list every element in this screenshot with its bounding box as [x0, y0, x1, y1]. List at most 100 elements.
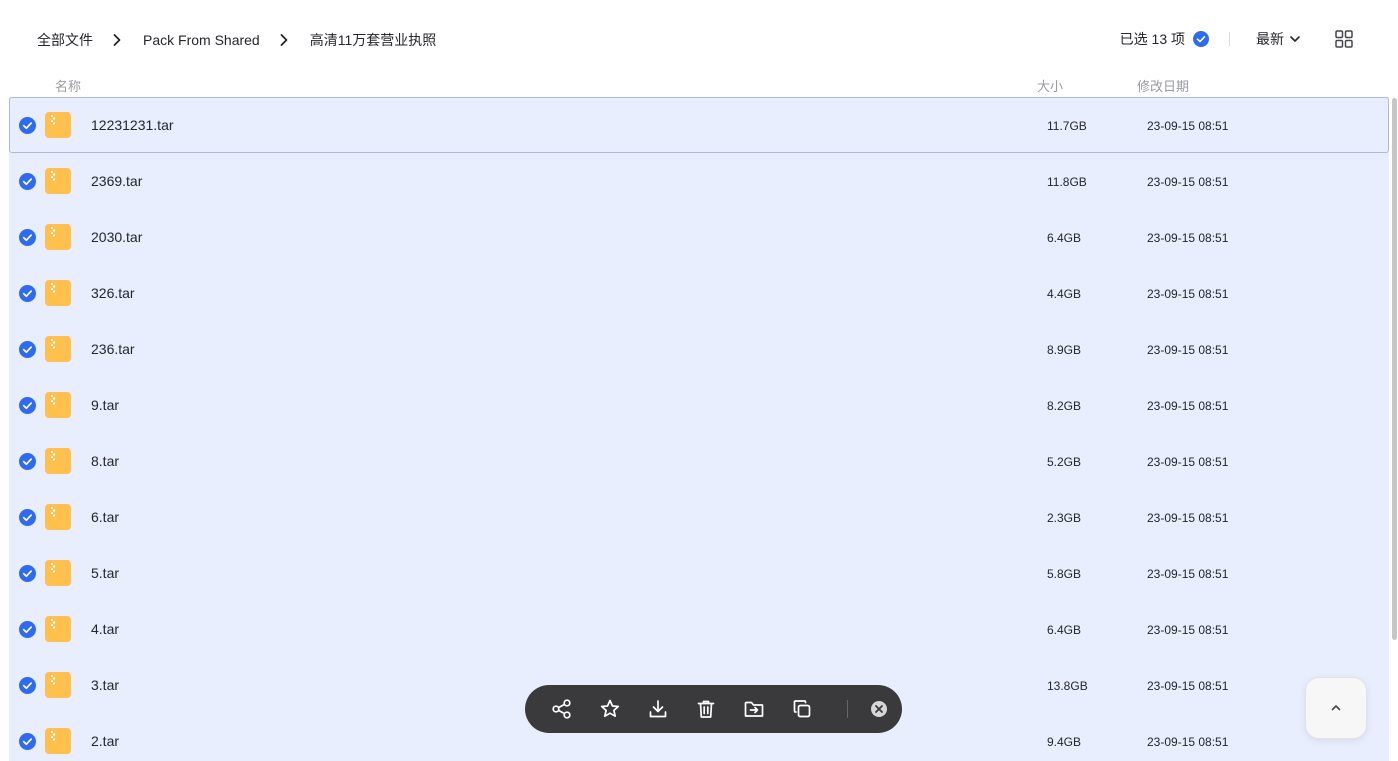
file-row[interactable]: 2369.tar 11.8GB 23-09-15 08:51 — [9, 153, 1389, 209]
chevron-right-icon — [113, 34, 121, 46]
file-date: 23-09-15 08:51 — [1147, 735, 1229, 749]
grid-view-icon[interactable] — [1334, 29, 1354, 49]
favorite-button[interactable] — [599, 698, 621, 720]
top-bar: 全部文件 Pack From Shared 高清11万套营业执照 已选 13 项… — [0, 0, 1398, 78]
file-name: 5.tar — [91, 565, 120, 581]
archive-file-icon — [45, 336, 71, 362]
column-name-header[interactable]: 名称 — [55, 76, 81, 95]
archive-file-icon — [45, 224, 71, 250]
file-row[interactable]: 8.tar 5.2GB 23-09-15 08:51 — [9, 433, 1389, 489]
file-row[interactable]: 236.tar 8.9GB 23-09-15 08:51 — [9, 321, 1389, 377]
file-size: 6.4GB — [1047, 623, 1082, 637]
file-date: 23-09-15 08:51 — [1147, 175, 1229, 189]
file-name: 12231231.tar — [91, 117, 174, 133]
copy-icon — [793, 700, 811, 718]
file-name: 3.tar — [91, 677, 120, 693]
archive-file-icon — [45, 280, 71, 306]
checkbox-checked-icon[interactable] — [19, 565, 36, 582]
breadcrumb: 全部文件 Pack From Shared 高清11万套营业执照 — [37, 30, 436, 50]
chevron-up-icon — [1331, 705, 1341, 711]
scrollbar[interactable] — [1392, 98, 1397, 640]
file-row[interactable]: 326.tar 4.4GB 23-09-15 08:51 — [9, 265, 1389, 321]
archive-file-icon — [45, 616, 71, 642]
chevron-down-icon — [1290, 36, 1300, 42]
file-row[interactable]: 5.tar 5.8GB 23-09-15 08:51 — [9, 545, 1389, 601]
checkbox-checked-icon[interactable] — [19, 285, 36, 302]
selected-count-label: 已选 13 项 — [1119, 31, 1185, 47]
trash-icon — [697, 700, 715, 718]
checkbox-checked-icon[interactable] — [19, 173, 36, 190]
file-size: 2.3GB — [1047, 511, 1082, 525]
file-name: 2.tar — [91, 733, 120, 749]
breadcrumb-pack-from-shared[interactable]: Pack From Shared — [143, 32, 260, 48]
breadcrumb-current-folder: 高清11万套营业执照 — [309, 32, 437, 48]
file-name: 2369.tar — [91, 173, 143, 189]
file-date: 23-09-15 08:51 — [1147, 119, 1229, 133]
checkbox-checked-icon[interactable] — [19, 621, 36, 638]
file-size: 5.8GB — [1047, 567, 1082, 581]
archive-file-icon — [45, 672, 71, 698]
file-date: 23-09-15 08:51 — [1147, 231, 1229, 245]
file-date: 23-09-15 08:51 — [1147, 287, 1229, 301]
file-size: 8.2GB — [1047, 399, 1082, 413]
sort-label: 最新 — [1256, 31, 1284, 47]
file-size: 4.4GB — [1047, 287, 1082, 301]
selection-action-bar — [525, 685, 902, 733]
breadcrumb-all-files[interactable]: 全部文件 — [37, 30, 93, 50]
file-row[interactable]: 9.tar 8.2GB 23-09-15 08:51 — [9, 377, 1389, 433]
share-button[interactable] — [551, 698, 573, 720]
checkbox-checked-icon[interactable] — [19, 117, 36, 134]
file-row[interactable]: 4.tar 6.4GB 23-09-15 08:51 — [9, 601, 1389, 657]
file-name: 236.tar — [91, 341, 135, 357]
file-size: 9.4GB — [1047, 735, 1082, 749]
delete-button[interactable] — [695, 698, 717, 720]
back-to-top-button[interactable] — [1305, 677, 1367, 739]
column-size-header[interactable]: 大小 — [1037, 76, 1063, 95]
file-date: 23-09-15 08:51 — [1147, 455, 1229, 469]
file-size: 13.8GB — [1047, 679, 1088, 693]
star-icon — [600, 699, 620, 718]
column-header: 名称 大小 修改日期 — [0, 76, 1398, 96]
copy-button[interactable] — [791, 698, 813, 720]
archive-file-icon — [45, 112, 71, 138]
column-date-header[interactable]: 修改日期 — [1137, 76, 1189, 95]
sort-dropdown[interactable]: 最新 — [1256, 29, 1302, 49]
move-button[interactable] — [743, 698, 765, 720]
file-row[interactable]: 6.tar 2.3GB 23-09-15 08:51 — [9, 489, 1389, 545]
file-name: 326.tar — [91, 285, 135, 301]
checkbox-checked-icon[interactable] — [19, 453, 36, 470]
close-selection-icon[interactable] — [870, 700, 888, 718]
file-date: 23-09-15 08:51 — [1147, 399, 1229, 413]
checkbox-checked-icon[interactable] — [19, 509, 36, 526]
toolbar-divider — [1229, 32, 1230, 46]
file-date: 23-09-15 08:51 — [1147, 679, 1229, 693]
chevron-right-icon — [280, 34, 288, 46]
checkbox-checked-icon[interactable] — [19, 733, 36, 750]
archive-file-icon — [45, 728, 71, 754]
file-size: 11.7GB — [1047, 119, 1087, 133]
file-row[interactable]: 12231231.tar 11.7GB 23-09-15 08:51 — [9, 97, 1389, 153]
file-list: 12231231.tar 11.7GB 23-09-15 08:51 2369.tar… — [9, 97, 1389, 761]
file-date: 23-09-15 08:51 — [1147, 623, 1229, 637]
file-size: 6.4GB — [1047, 231, 1082, 245]
file-name: 9.tar — [91, 397, 120, 413]
archive-file-icon — [45, 560, 71, 586]
action-bar-divider — [847, 700, 848, 718]
file-row[interactable]: 2030.tar 6.4GB 23-09-15 08:51 — [9, 209, 1389, 265]
archive-file-icon — [45, 392, 71, 418]
checkbox-checked-icon[interactable] — [19, 397, 36, 414]
checkbox-checked-icon[interactable] — [19, 677, 36, 694]
archive-file-icon — [45, 448, 71, 474]
check-circle-icon — [1193, 31, 1209, 47]
checkbox-checked-icon[interactable] — [19, 229, 36, 246]
download-icon — [649, 700, 667, 718]
archive-file-icon — [45, 168, 71, 194]
selected-count[interactable]: 已选 13 项 — [1120, 29, 1209, 49]
file-name: 8.tar — [91, 453, 120, 469]
file-size: 11.8GB — [1047, 175, 1087, 189]
checkbox-checked-icon[interactable] — [19, 341, 36, 358]
download-button[interactable] — [647, 698, 669, 720]
file-name: 6.tar — [91, 509, 120, 525]
share-icon — [552, 699, 571, 719]
move-icon — [744, 701, 764, 717]
